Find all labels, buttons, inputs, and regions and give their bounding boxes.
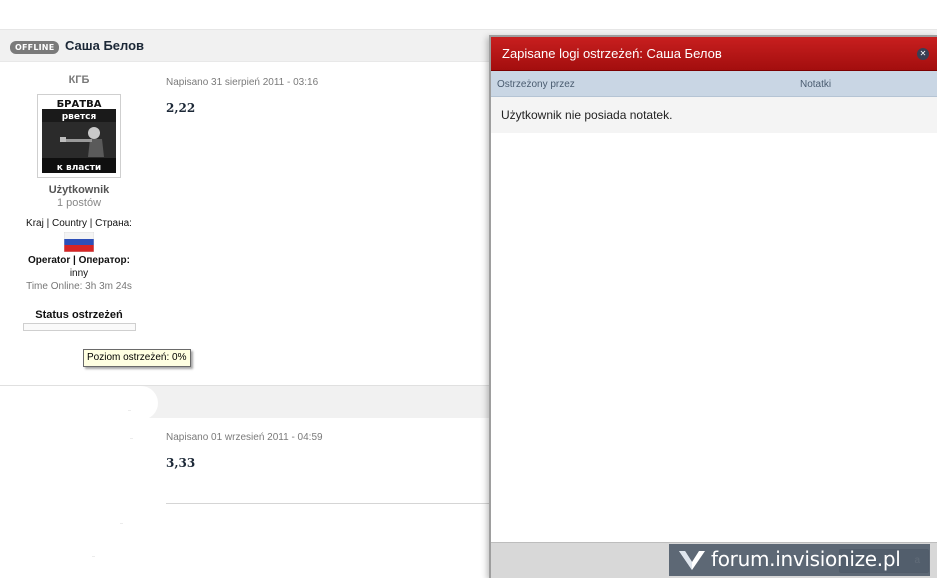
top-strip	[0, 0, 937, 30]
modal-content	[491, 133, 937, 544]
time-online: Time Online: 3h 3m 24s	[26, 281, 132, 292]
post-body-2: 3,33	[166, 456, 196, 470]
warn-level-tooltip: Poziom ostrzeżeń: 0%	[83, 349, 191, 367]
artifact	[128, 410, 131, 411]
author-name-link[interactable]: Саша Белов	[65, 38, 144, 53]
russia-flag-icon	[64, 232, 94, 252]
warn-logs-modal: Zapisane logi ostrzeżeń: Саша Белов ✕ Os…	[489, 35, 937, 578]
column-notes: Notatki	[800, 79, 832, 90]
country-label: Kraj | Country | Страна:	[26, 218, 132, 229]
post-date-2: Napisano 01 wrzesień 2011 - 04:59	[166, 432, 323, 443]
avatar-top-text: БРАТВА	[57, 99, 102, 110]
modal-table-header: Ostrzeżony przez Notatki	[491, 71, 937, 97]
post-divider	[166, 503, 490, 504]
separator-notch	[0, 386, 158, 420]
empty-message: Użytkownik nie posiada notatek.	[501, 108, 673, 122]
page: OFFLINE Саша Белов КГБ БРАТВА рвется к в…	[0, 0, 937, 578]
operator-value: inny	[69, 268, 89, 279]
avatar[interactable]: БРАТВА рвется к власти	[37, 94, 121, 178]
avatar-middle-text: рвется	[62, 112, 97, 122]
artifact	[130, 438, 133, 439]
watermark: forum.invisionize.pl	[669, 544, 930, 576]
operator-label: Operator | Оператор:	[28, 255, 130, 266]
modal-empty-row: Użytkownik nie posiada notatek.	[491, 97, 937, 133]
member-title: Użytkownik	[48, 184, 110, 196]
post-date: Napisano 31 sierpień 2011 - 03:16	[166, 77, 319, 88]
watermark-text: forum.invisionize.pl	[711, 547, 901, 571]
status-badge: OFFLINE	[10, 41, 60, 54]
modal-titlebar[interactable]: Zapisane logi ostrzeżeń: Саша Белов ✕	[491, 37, 937, 71]
invisionize-logo-icon	[679, 551, 705, 570]
avatar-image: БРАТВА рвется к власти	[40, 97, 118, 175]
warn-level-bar[interactable]	[22, 323, 136, 331]
group-title: КГБ	[68, 74, 90, 86]
close-icon[interactable]: ✕	[917, 48, 929, 60]
post-count: 1 postów	[56, 197, 102, 209]
warn-status-label: Status ostrzeżeń	[35, 309, 123, 321]
artifact	[120, 523, 123, 524]
modal-title: Zapisane logi ostrzeżeń: Саша Белов	[502, 46, 722, 61]
post-body: 2,22	[166, 101, 196, 115]
author-info: КГБ БРАТВА рвется к власти Użytkownik 1 …	[16, 74, 142, 331]
artifact	[92, 556, 95, 557]
column-warned-by: Ostrzeżony przez	[497, 79, 575, 90]
avatar-bottom-text: к власти	[57, 163, 101, 173]
